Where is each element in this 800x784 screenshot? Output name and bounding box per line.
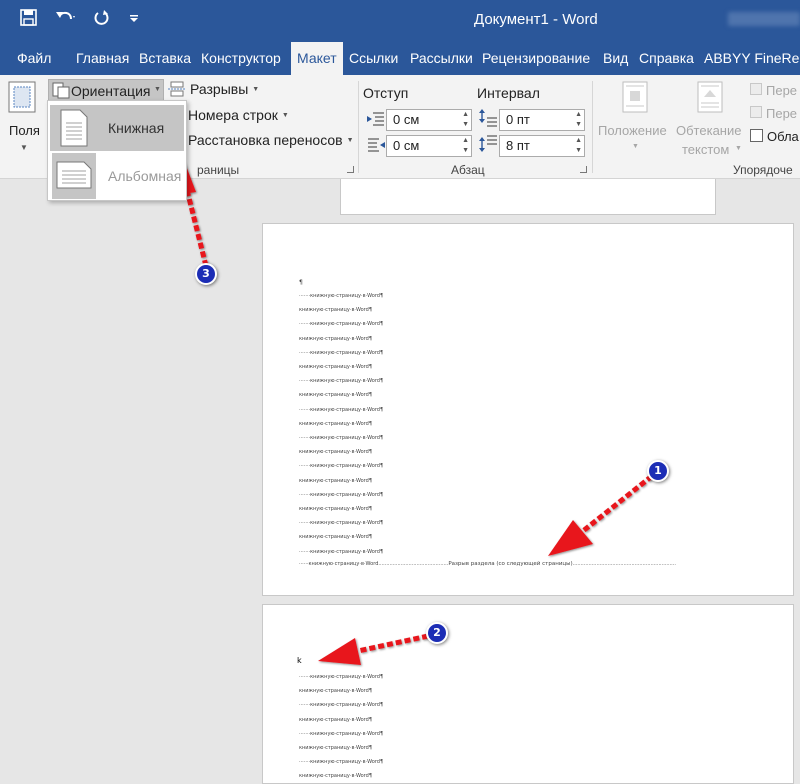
landscape-label: Альбомная (108, 168, 182, 184)
orientation-dropdown: Книжная Альбомная (47, 100, 187, 201)
landscape-page-icon (56, 161, 92, 189)
badge-2: 2 (426, 622, 448, 644)
arrow-1 (548, 474, 654, 556)
orientation-portrait-option[interactable]: Книжная (50, 105, 184, 151)
portrait-label: Книжная (108, 120, 165, 136)
badge-3: 3 (195, 263, 217, 285)
arrow-2 (318, 633, 429, 665)
orientation-landscape-option[interactable]: Альбомная (50, 153, 184, 199)
document-line: книжную·страницу·в·Word¶ (299, 773, 373, 780)
portrait-page-icon (60, 109, 88, 147)
badge-1: 1 (647, 460, 669, 482)
